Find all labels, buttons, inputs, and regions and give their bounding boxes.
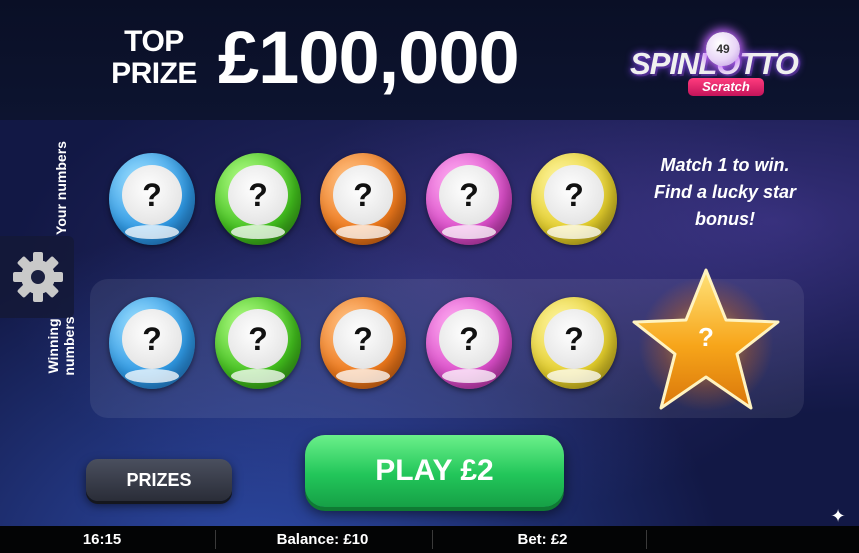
your-number-ball[interactable]: ? <box>320 153 406 245</box>
bet: Bet: £2 <box>517 531 568 548</box>
ball-value: ? <box>333 309 393 369</box>
winning-numbers-label: Winning numbers <box>45 316 77 376</box>
ball-value: ? <box>439 309 499 369</box>
winning-number-ball[interactable]: ? <box>215 297 301 389</box>
spinlotto-logo: SPINLOTTO 49 Scratch <box>630 26 799 106</box>
star-bonus[interactable]: ? <box>628 262 784 418</box>
top-prize-amount: £100,000 <box>218 16 520 99</box>
logo-word: SPINLOTTO <box>630 46 799 82</box>
winning-number-ball[interactable]: ? <box>320 297 406 389</box>
ball-value: ? <box>122 165 182 225</box>
your-number-ball[interactable]: ? <box>109 153 195 245</box>
prizes-button[interactable]: PRIZES <box>86 459 232 501</box>
logo-ball: 49 <box>706 32 740 66</box>
ball-value: ? <box>439 165 499 225</box>
ball-value: ? <box>228 309 288 369</box>
clock: 16:15 <box>82 531 122 548</box>
status-bar: 16:15 Balance: £10 Bet: £2 <box>0 526 859 553</box>
top-prize-label: TOP PRIZE <box>111 25 197 90</box>
ball-value: ? <box>544 309 604 369</box>
balance: Balance: £10 <box>276 531 369 548</box>
your-number-ball[interactable]: ? <box>531 153 617 245</box>
star-value: ? <box>698 322 714 352</box>
ball-value: ? <box>228 165 288 225</box>
ball-value: ? <box>333 165 393 225</box>
your-numbers-label: Your numbers <box>53 141 69 235</box>
winning-number-ball[interactable]: ? <box>109 297 195 389</box>
ball-value: ? <box>544 165 604 225</box>
winning-number-ball[interactable]: ? <box>531 297 617 389</box>
header: TOP PRIZE £100,000 SPINLOTTO 49 Scratch <box>0 0 859 120</box>
sparkle-icon: ✦ <box>830 506 846 526</box>
instructions-text: Match 1 to win. Find a lucky star bonus! <box>653 155 797 229</box>
logo-sub: Scratch <box>688 78 764 96</box>
your-number-ball[interactable]: ? <box>215 153 301 245</box>
ball-value: ? <box>122 309 182 369</box>
play-button[interactable]: PLAY £2 <box>305 435 564 507</box>
winning-number-ball[interactable]: ? <box>426 297 512 389</box>
your-number-ball[interactable]: ? <box>426 153 512 245</box>
